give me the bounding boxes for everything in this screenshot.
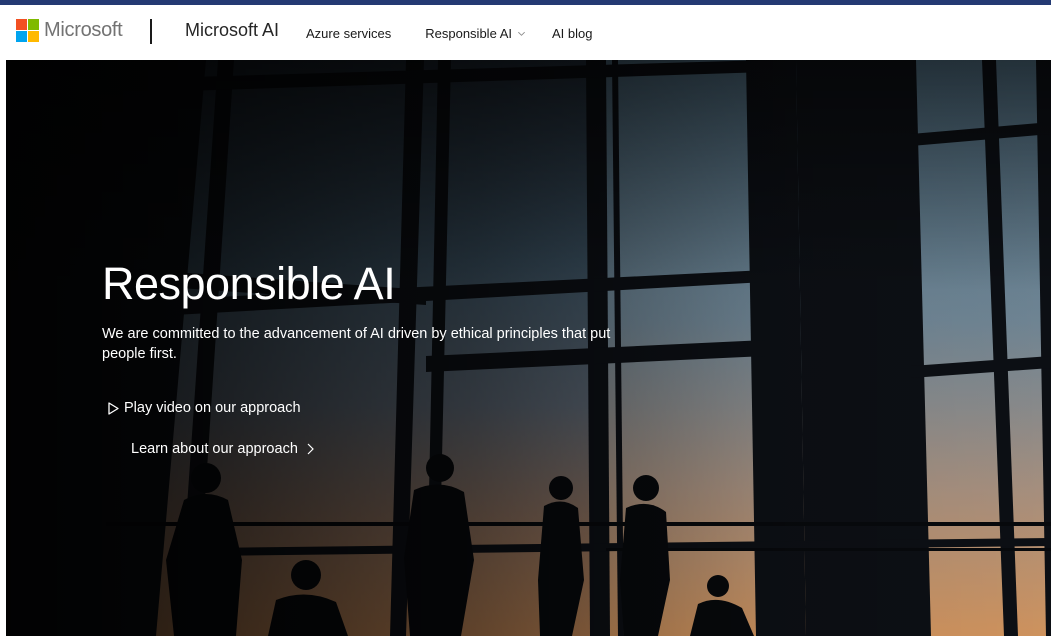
hero-banner: Responsible AI We are committed to the a… <box>6 60 1051 636</box>
microsoft-wordmark: Microsoft <box>44 18 123 41</box>
nav-item-label: Responsible AI <box>425 25 512 41</box>
header-divider <box>150 19 152 44</box>
learn-approach-label: Learn about our approach <box>131 441 298 457</box>
chevron-right-icon <box>307 443 314 455</box>
play-video-label: Play video on our approach <box>124 400 301 416</box>
nav-responsible-ai[interactable]: Responsible AI <box>425 26 526 41</box>
hero-title: Responsible AI <box>102 258 396 309</box>
nav-ai-blog[interactable]: AI blog <box>552 26 592 41</box>
nav-item-label: AI blog <box>551 25 593 41</box>
microsoft-logo-icon <box>16 18 39 42</box>
site-header: Microsoft Microsoft AI Azure services Re… <box>0 5 1051 60</box>
play-icon <box>108 401 119 415</box>
nav-azure-services[interactable]: Azure services <box>306 26 391 41</box>
play-video-link[interactable]: Play video on our approach <box>108 400 301 416</box>
hero-subtitle: We are committed to the advancement of A… <box>102 326 611 362</box>
learn-approach-link[interactable]: Learn about our approach <box>131 441 314 457</box>
nav-item-label: Azure services <box>306 25 392 41</box>
site-title-link[interactable]: Microsoft AI <box>185 20 279 41</box>
microsoft-logo-link[interactable]: Microsoft <box>16 18 123 42</box>
primary-nav: Azure services Responsible AI AI blog <box>306 24 592 42</box>
chevron-down-icon <box>518 31 525 36</box>
hero-content: Responsible AI We are committed to the a… <box>102 256 642 457</box>
